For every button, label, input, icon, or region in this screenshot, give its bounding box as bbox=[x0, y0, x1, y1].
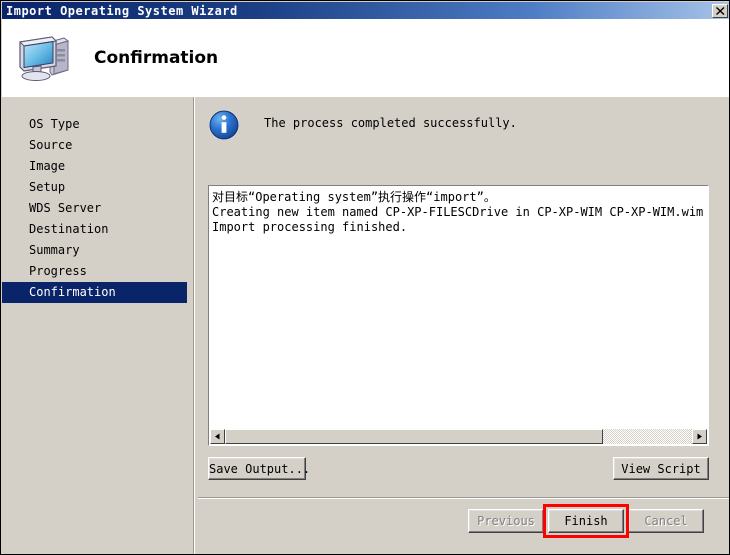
scroll-left-button[interactable] bbox=[210, 429, 225, 444]
output-line: 对目标“Operating system”执行操作“import”。 bbox=[212, 190, 496, 204]
scrollbar-track[interactable] bbox=[225, 429, 692, 444]
close-x-icon bbox=[715, 6, 724, 15]
wizard-header: Confirmation bbox=[2, 19, 729, 97]
wizard-window: Import Operating System Wizard Confirmat… bbox=[0, 0, 730, 555]
finish-button[interactable]: Finish bbox=[548, 509, 624, 533]
sidebar-item-setup[interactable]: Setup bbox=[2, 177, 192, 198]
info-icon bbox=[209, 110, 239, 140]
scroll-right-button[interactable] bbox=[692, 429, 707, 444]
window-title: Import Operating System Wizard bbox=[6, 3, 238, 18]
title-bar: Import Operating System Wizard bbox=[2, 2, 729, 19]
computer-icon bbox=[18, 36, 70, 81]
sidebar-item-image[interactable]: Image bbox=[2, 156, 192, 177]
wizard-steps-sidebar: OS Type Source Image Setup WDS Server De… bbox=[2, 97, 192, 554]
output-line: Import processing finished. bbox=[212, 220, 408, 234]
close-button[interactable] bbox=[712, 3, 728, 18]
body-area: OS Type Source Image Setup WDS Server De… bbox=[2, 97, 729, 554]
save-output-button[interactable]: Save Output... bbox=[208, 457, 310, 480]
horizontal-scrollbar[interactable] bbox=[210, 429, 707, 444]
triangle-left-icon bbox=[215, 433, 220, 440]
output-textarea[interactable]: 对目标“Operating system”执行操作“import”。 Creat… bbox=[207, 184, 710, 447]
sidebar-divider bbox=[193, 97, 195, 554]
sidebar-item-summary[interactable]: Summary bbox=[2, 240, 192, 261]
cancel-button[interactable]: Cancel bbox=[628, 509, 704, 533]
view-script-button[interactable]: View Script bbox=[613, 457, 709, 480]
sidebar-item-os-type[interactable]: OS Type bbox=[2, 114, 192, 135]
sidebar-item-source[interactable]: Source bbox=[2, 135, 192, 156]
scrollbar-thumb[interactable] bbox=[225, 429, 604, 444]
content-pane: The process completed successfully. 对目标“… bbox=[198, 97, 729, 554]
sidebar-item-progress[interactable]: Progress bbox=[2, 261, 192, 282]
previous-button[interactable]: Previous bbox=[468, 509, 544, 533]
triangle-right-icon bbox=[697, 433, 702, 440]
sidebar-item-destination[interactable]: Destination bbox=[2, 219, 192, 240]
sidebar-item-wds-server[interactable]: WDS Server bbox=[2, 198, 192, 219]
sidebar-item-confirmation[interactable]: Confirmation bbox=[2, 282, 187, 303]
output-text-content: 对目标“Operating system”执行操作“import”。 Creat… bbox=[209, 186, 708, 429]
footer-button-bar: Previous Finish Cancel bbox=[198, 499, 729, 554]
page-title: Confirmation bbox=[94, 48, 219, 68]
status-message: The process completed successfully. bbox=[264, 116, 517, 130]
status-row: The process completed successfully. bbox=[208, 109, 517, 141]
output-line: Creating new item named CP-XP-FILESCDriv… bbox=[212, 205, 708, 219]
